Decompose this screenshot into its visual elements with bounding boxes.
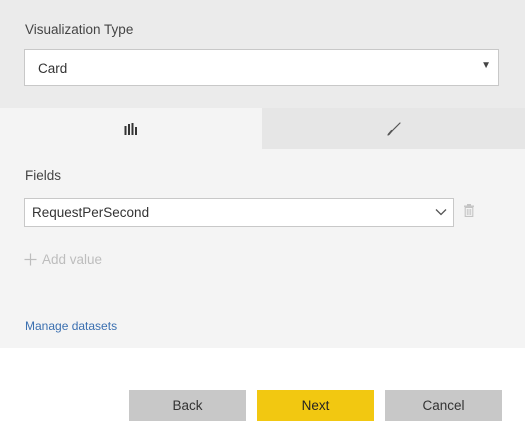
tab-format[interactable] <box>262 108 525 149</box>
field-dropdown[interactable]: RequestPerSecond <box>24 198 454 227</box>
visualization-section: Visualization Type Card ▼ <box>0 0 525 108</box>
chevron-down-icon <box>435 209 447 216</box>
trash-icon[interactable] <box>463 204 475 217</box>
bar-chart-icon <box>124 122 137 135</box>
visualization-type-dropdown[interactable]: Card ▼ <box>24 49 499 86</box>
visualization-type-label: Visualization Type <box>25 22 134 37</box>
add-value-label: Add value <box>42 251 103 267</box>
fields-panel: Fields RequestPerSecond Add value Manage… <box>0 149 525 348</box>
plus-icon <box>24 253 37 265</box>
visualization-type-value: Card <box>38 61 68 76</box>
fields-label: Fields <box>25 168 62 183</box>
tab-fields[interactable] <box>0 108 262 149</box>
next-button[interactable]: Next <box>257 390 374 421</box>
add-value-button[interactable]: Add value <box>24 250 102 268</box>
manage-datasets-link[interactable]: Manage datasets <box>25 319 117 333</box>
back-button[interactable]: Back <box>129 390 246 421</box>
dropdown-arrow-icon: ▼ <box>481 60 491 71</box>
field-dropdown-value: RequestPerSecond <box>32 205 150 220</box>
cancel-button[interactable]: Cancel <box>385 390 502 421</box>
paintbrush-icon <box>386 121 401 136</box>
